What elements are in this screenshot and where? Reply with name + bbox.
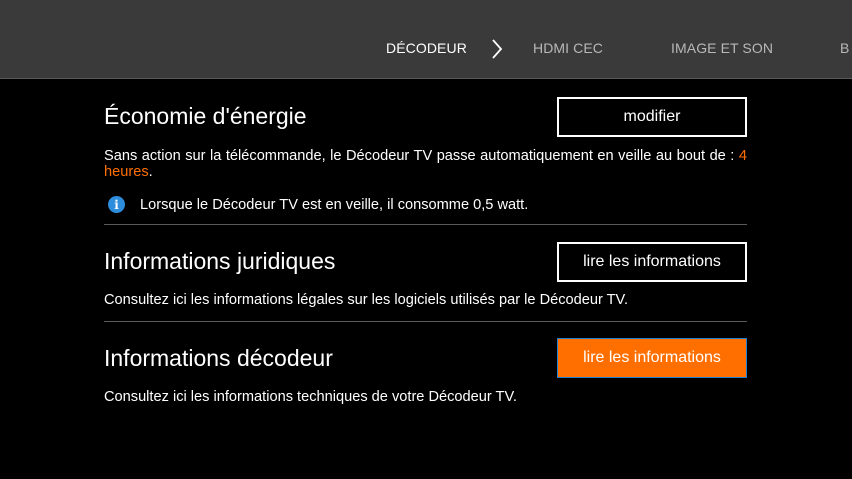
chevron-right-icon bbox=[492, 39, 503, 59]
divider bbox=[104, 321, 747, 322]
tab-decodeur[interactable]: DÉCODEUR bbox=[386, 40, 467, 56]
energy-description-text: Sans action sur la télécommande, le Déco… bbox=[104, 148, 739, 164]
energy-description: Sans action sur la télécommande, le Déco… bbox=[104, 148, 747, 180]
top-navigation-bar: DÉCODEUR HDMI CEC IMAGE ET SON B bbox=[0, 0, 852, 79]
info-icon: i bbox=[108, 196, 125, 213]
tab-hdmi-cec[interactable]: HDMI CEC bbox=[533, 40, 603, 56]
standby-info-text: Lorsque le Décodeur TV est en veille, il… bbox=[140, 196, 529, 213]
tab-next[interactable]: B bbox=[840, 40, 849, 56]
energy-description-end: . bbox=[148, 164, 153, 180]
standby-info: i Lorsque le Décodeur TV est en veille, … bbox=[108, 196, 528, 213]
legal-description: Consultez ici les informations légales s… bbox=[104, 292, 628, 308]
decoder-description: Consultez ici les informations technique… bbox=[104, 389, 517, 405]
divider bbox=[104, 224, 747, 225]
decoder-read-button[interactable]: lire les informations bbox=[557, 338, 747, 378]
tab-image-et-son[interactable]: IMAGE ET SON bbox=[671, 40, 773, 56]
energy-section-title: Économie d'énergie bbox=[104, 103, 307, 129]
legal-read-button[interactable]: lire les informations bbox=[557, 242, 747, 282]
legal-section-title: Informations juridiques bbox=[104, 248, 336, 274]
decoder-section-title: Informations décodeur bbox=[104, 345, 333, 371]
modify-button[interactable]: modifier bbox=[557, 97, 747, 137]
